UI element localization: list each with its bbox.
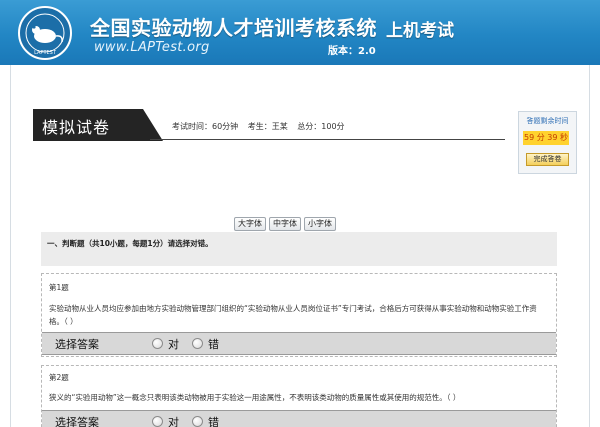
question-text: 实验动物从业人员均应参加由地方实验动物管理部门组织的“实验动物从业人员岗位证书”… — [49, 304, 537, 326]
app-title: 全国实验动物人才培训考核系统 — [90, 16, 377, 40]
exam-mode-title: 上机考试 — [386, 21, 454, 41]
medium-font-button[interactable]: 中字体 — [269, 217, 301, 231]
true-radio[interactable] — [152, 338, 163, 349]
title-divider — [150, 139, 505, 140]
exam-title: 模拟试卷 — [42, 118, 111, 137]
logo-icon: LAPTEST — [18, 6, 72, 60]
question-text: 狭义的“实验用动物”这一概念只表明该类动物被用于实验这一用途属性，不表明该类动物… — [49, 393, 461, 402]
app-header: LAPTEST 全国实验动物人才培训考核系统 上机考试 www.LAPTest.… — [0, 0, 600, 65]
answer-label: 选择答案 — [55, 338, 99, 351]
site-url: www.LAPTest.org — [94, 40, 210, 55]
true-radio[interactable] — [152, 416, 163, 427]
true-option-label[interactable]: 对 — [168, 336, 179, 352]
version-label: 版本：2.0 — [328, 46, 376, 57]
false-option-label[interactable]: 错 — [208, 336, 219, 352]
small-font-button[interactable]: 小字体 — [304, 217, 336, 231]
answer-bar: 选择答案 对 错 — [42, 410, 556, 427]
question-card: 第2题 狭义的“实验用动物”这一概念只表明该类动物被用于实验这一用途属性，不表明… — [41, 365, 557, 427]
svg-text:LAPTEST: LAPTEST — [34, 50, 57, 56]
question-card: 第1题 实验动物从业人员均应参加由地方实验动物管理部门组织的“实验动物从业人员岗… — [41, 273, 557, 357]
timer-panel: 答题剩余时间 59 分 39 秒 完成答卷 — [518, 111, 577, 174]
false-radio[interactable] — [192, 416, 203, 427]
examinee-name: 考生：王某 — [247, 122, 288, 131]
font-size-buttons: 大字体 中字体 小字体 — [234, 211, 339, 231]
timer-label: 答题剩余时间 — [526, 117, 569, 125]
finish-exam-button[interactable]: 完成答卷 — [526, 153, 569, 166]
question-number: 第1题 — [49, 283, 69, 292]
section-title: 一、判断题（共10小题，每题1分）请选择对错。 — [47, 239, 213, 248]
answer-bar: 选择答案 对 错 — [42, 332, 556, 355]
total-score: 总分：100分 — [297, 122, 345, 131]
true-option-label[interactable]: 对 — [168, 414, 179, 427]
false-radio[interactable] — [192, 338, 203, 349]
exam-info: 考试时间：60分钟 考生：王某 总分：100分 — [172, 121, 351, 132]
answer-label: 选择答案 — [55, 416, 99, 427]
section-header: 一、判断题（共10小题，每题1分）请选择对错。 — [41, 232, 557, 266]
large-font-button[interactable]: 大字体 — [234, 217, 266, 231]
question-number: 第2题 — [49, 373, 69, 382]
exam-time: 考试时间：60分钟 — [172, 122, 239, 131]
false-option-label[interactable]: 错 — [208, 414, 219, 427]
remaining-time: 59 分 39 秒 — [523, 131, 569, 145]
